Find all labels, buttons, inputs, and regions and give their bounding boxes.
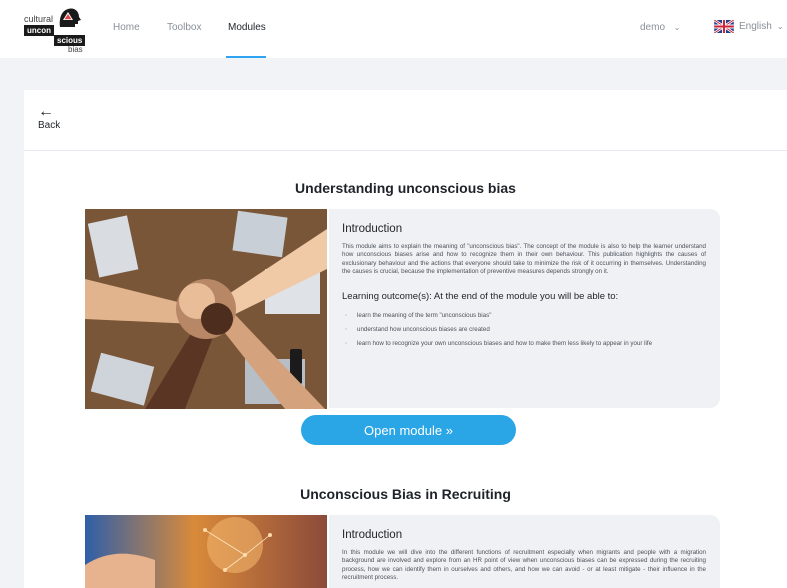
outcome-item: understand how unconscious biases are cr…: [342, 326, 706, 335]
logo-text-bias: bias: [68, 45, 83, 54]
intro-text: In this module we will dive into the dif…: [342, 549, 706, 582]
outcome-list: learn the meaning of the term "unconscio…: [342, 312, 706, 350]
language-label: English: [739, 21, 772, 32]
divider: [24, 150, 787, 151]
user-name: demo: [640, 22, 666, 33]
language-selector[interactable]: English ⌄: [714, 20, 784, 33]
module-image-network: [85, 515, 327, 588]
nav-home[interactable]: Home: [113, 22, 140, 33]
module-info-panel: Introduction In this module we will dive…: [329, 515, 720, 588]
user-menu[interactable]: demo ⌄: [640, 22, 681, 33]
intro-heading: Introduction: [342, 529, 403, 541]
head-silhouette-icon: [59, 8, 81, 28]
nav-modules[interactable]: Modules: [228, 22, 266, 33]
module-title: Unconscious Bias in Recruiting: [300, 486, 511, 502]
uk-flag-icon: [714, 20, 734, 33]
module-image-hands: [85, 209, 327, 409]
module-info-panel: Introduction This module aims to explain…: [329, 209, 720, 408]
intro-text: This module aims to explain the meaning …: [342, 243, 706, 276]
back-label: Back: [38, 120, 61, 131]
chevron-down-icon: ⌄: [673, 23, 681, 32]
outcome-item: learn how to recognize your own unconsci…: [342, 340, 706, 349]
back-link[interactable]: ← Back: [38, 103, 61, 132]
top-navbar: cultural uncon scious bias Home Toolbox …: [0, 0, 787, 58]
logo-text-uncon: uncon: [24, 25, 54, 36]
site-logo[interactable]: cultural uncon scious bias: [24, 5, 88, 54]
outcome-item: learn the meaning of the term "unconscio…: [342, 312, 706, 321]
chevron-down-icon: ⌄: [776, 22, 784, 31]
open-module-button[interactable]: Open module »: [301, 415, 516, 445]
nav-active-indicator: [226, 56, 266, 58]
logo-text-cultural: cultural: [24, 14, 54, 24]
outcome-heading: Learning outcome(s): At the end of the m…: [342, 290, 619, 302]
arrow-left-icon: ←: [38, 103, 54, 120]
module-title: Understanding unconscious bias: [295, 180, 516, 196]
modules-card: ← Back Understanding unconscious bias In…: [24, 90, 787, 588]
intro-heading: Introduction: [342, 223, 403, 235]
nav-toolbox[interactable]: Toolbox: [167, 22, 201, 33]
